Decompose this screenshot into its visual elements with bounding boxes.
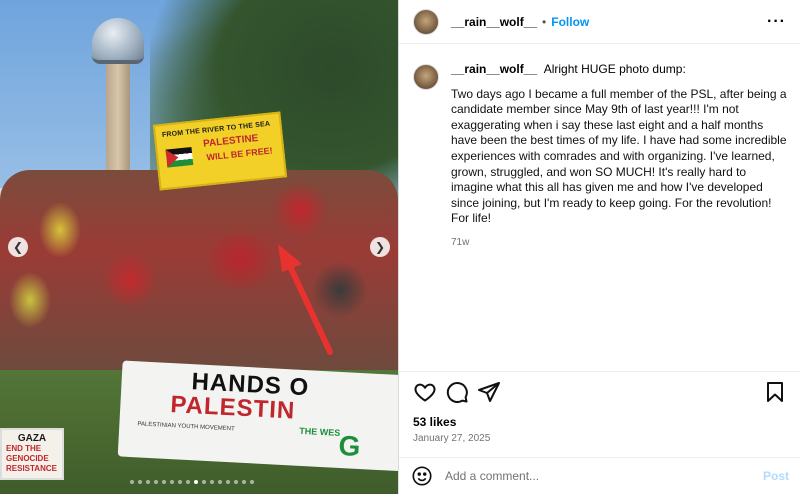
post-caption: __rain__wolf__ Alright HUGE photo dump: … (413, 62, 791, 251)
header-separator: • (542, 14, 547, 29)
carousel-dot (210, 480, 214, 484)
sign-line3: GENOCIDE (6, 454, 49, 463)
sign-line1: GAZA (17, 433, 47, 444)
photo-crowd (0, 170, 398, 370)
reunion-tower-shaft (106, 48, 130, 178)
gaza-sign: GAZA END THE GENOCIDE RESISTANCE (0, 428, 64, 480)
chevron-right-icon: ❯ (374, 240, 386, 254)
carousel-prev-button[interactable]: ❮ (8, 237, 28, 257)
post-comment-button[interactable]: Post (763, 469, 789, 483)
carousel-next-button[interactable]: ❯ (370, 237, 390, 257)
palestine-flag-icon (165, 146, 194, 168)
emoji-icon[interactable] (411, 465, 433, 487)
post-date: January 27, 2025 (413, 433, 491, 444)
caption-body: Two days ago I became a full member of t… (451, 86, 787, 226)
more-options-icon[interactable]: ··· (767, 13, 786, 31)
carousel-dot (242, 480, 246, 484)
carousel-dot (218, 480, 222, 484)
bookmark-icon[interactable] (763, 380, 787, 404)
carousel-dot (194, 480, 198, 484)
sign-line2: END THE (6, 444, 42, 453)
carousel-dot (234, 480, 238, 484)
carousel-dot (226, 480, 230, 484)
caption-intro: Alright HUGE photo dump: (543, 62, 686, 76)
follow-button[interactable]: Follow (551, 15, 589, 29)
post-header: __rain__wolf__ • Follow ··· (399, 0, 800, 44)
comment-bar: Post (399, 457, 800, 494)
share-icon[interactable] (477, 380, 501, 404)
post-photo[interactable]: FROM THE RIVER TO THE SEA PALESTINE WILL… (0, 0, 398, 494)
likes-count[interactable]: 53 likes (413, 415, 456, 429)
caption-timestamp[interactable]: 71w (451, 235, 791, 251)
carousel-dot (202, 480, 206, 484)
yellow-banner: FROM THE RIVER TO THE SEA PALESTINE WILL… (152, 111, 288, 191)
carousel-dot (146, 480, 150, 484)
chevron-left-icon: ❮ (12, 240, 24, 254)
carousel-dot (162, 480, 166, 484)
comment-input[interactable] (445, 469, 763, 483)
carousel-dot (138, 480, 142, 484)
header-username[interactable]: __rain__wolf__ (451, 15, 537, 29)
carousel-dot (178, 480, 182, 484)
caption-username[interactable]: __rain__wolf__ (451, 62, 537, 76)
banner-line4: G (337, 429, 362, 463)
carousel-dot (186, 480, 190, 484)
reunion-tower-dome (92, 18, 144, 64)
post-actions (399, 371, 800, 411)
post-side-panel: __rain__wolf__ • Follow ··· __rain__wolf… (398, 0, 800, 494)
caption-avatar[interactable] (413, 64, 439, 90)
carousel-dot (154, 480, 158, 484)
comment-icon[interactable] (445, 380, 469, 404)
sign-line4: RESISTANCE (6, 464, 57, 473)
carousel-dot (170, 480, 174, 484)
avatar[interactable] (413, 8, 439, 35)
heart-icon[interactable] (413, 380, 437, 404)
banner-org: PALESTINIAN YOUTH MOVEMENT (137, 421, 235, 433)
carousel-dot (130, 480, 134, 484)
carousel-indicator (130, 480, 254, 484)
carousel-dot (250, 480, 254, 484)
hands-off-banner: HANDS O PALESTIN THE WES G PALESTINIAN Y… (117, 360, 398, 472)
